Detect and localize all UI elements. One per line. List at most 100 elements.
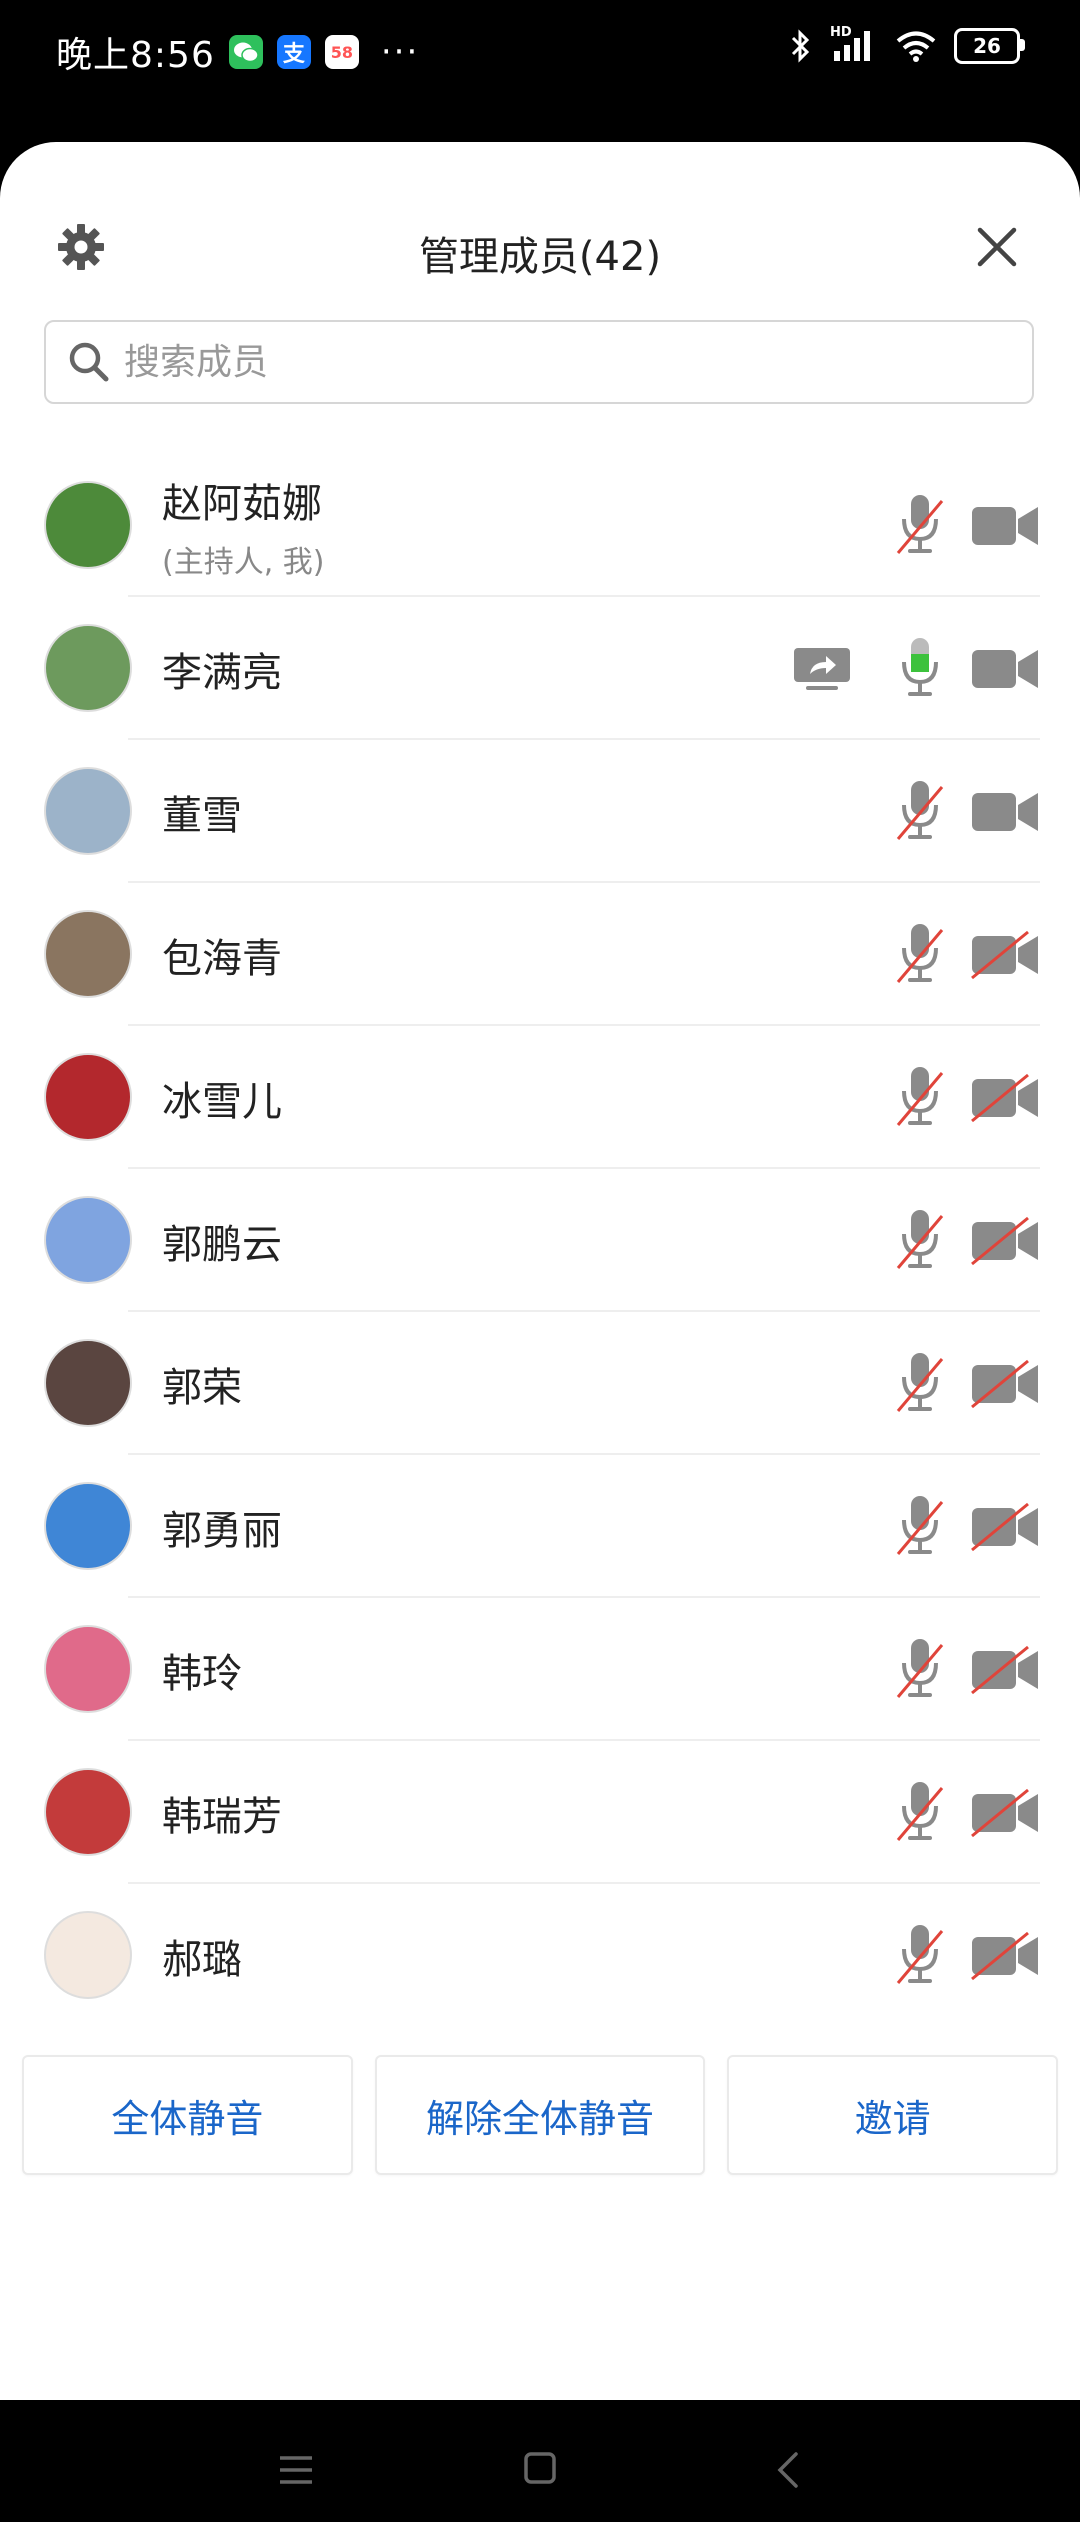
invite-button[interactable]: 邀请 — [727, 2055, 1059, 2175]
member-controls — [892, 1312, 1040, 1455]
member-name: 董雪 — [162, 792, 242, 839]
search-icon — [69, 342, 109, 382]
mic-muted-icon[interactable] — [892, 1921, 948, 1991]
camera-off-icon[interactable] — [970, 1073, 1040, 1123]
member-name: 冰雪儿 — [162, 1078, 282, 1125]
member-info: 韩玲 — [162, 1598, 242, 1741]
camera-off-icon[interactable] — [970, 1359, 1040, 1409]
member-name: 郭鹏云 — [162, 1221, 282, 1268]
signal-icon: HD — [830, 25, 878, 63]
camera-off-icon[interactable] — [970, 1216, 1040, 1266]
member-name: 包海青 — [162, 935, 282, 982]
camera-off-icon[interactable] — [970, 1645, 1040, 1695]
search-box[interactable] — [44, 320, 1034, 404]
member-controls — [892, 1169, 1040, 1312]
camera-off-icon[interactable] — [970, 930, 1040, 980]
member-info: 郝璐 — [162, 1884, 242, 2027]
avatar — [44, 1053, 132, 1141]
avatar — [44, 1339, 132, 1427]
more-notifications-icon: ··· — [380, 32, 420, 72]
member-controls — [892, 1598, 1040, 1741]
member-controls — [892, 1741, 1040, 1884]
camera-off-icon[interactable] — [970, 1788, 1040, 1838]
member-info: 董雪 — [162, 740, 242, 883]
mic-muted-icon[interactable] — [892, 1635, 948, 1705]
member-row[interactable]: 郭勇丽 — [0, 1455, 1080, 1598]
member-name: 郭荣 — [162, 1364, 242, 1411]
member-row[interactable]: 韩玲 — [0, 1598, 1080, 1741]
member-name: 赵阿茹娜 — [162, 480, 322, 527]
avatar — [44, 1625, 132, 1713]
wechat-icon — [228, 35, 263, 69]
member-info: 郭荣 — [162, 1312, 242, 1455]
member-name: 郝璐 — [162, 1936, 242, 1983]
camera-off-icon[interactable] — [970, 1502, 1040, 1552]
member-row[interactable]: 赵阿茹娜 (主持人, 我) — [0, 454, 1080, 597]
mic-muted-icon[interactable] — [892, 1778, 948, 1848]
status-time: 晚上8:56 — [56, 35, 215, 76]
home-icon[interactable] — [524, 2452, 556, 2484]
mute-all-button[interactable]: 全体静音 — [22, 2055, 353, 2175]
member-info: 郭勇丽 — [162, 1455, 282, 1598]
avatar — [44, 1482, 132, 1570]
member-row[interactable]: 韩瑞芳 — [0, 1741, 1080, 1884]
status-left: 晚上8:56 支 58 ··· — [56, 26, 419, 78]
mic-icon[interactable] — [892, 634, 948, 704]
search-input[interactable] — [122, 340, 986, 384]
member-role: (主持人, 我) — [162, 544, 325, 580]
member-info: 冰雪儿 — [162, 1026, 282, 1169]
member-row[interactable]: 包海青 — [0, 883, 1080, 1026]
member-controls — [892, 1455, 1040, 1598]
status-right: HD 26 — [790, 25, 1025, 64]
camera-icon[interactable] — [970, 787, 1040, 837]
member-controls — [892, 454, 1040, 597]
member-row[interactable]: 郭鹏云 — [0, 1169, 1080, 1312]
avatar — [44, 624, 132, 712]
member-controls — [892, 740, 1040, 883]
avatar — [44, 481, 132, 569]
close-icon[interactable] — [974, 224, 1020, 270]
mic-muted-icon[interactable] — [892, 1349, 948, 1419]
member-info: 包海青 — [162, 883, 282, 1026]
member-controls — [892, 1884, 1040, 2027]
member-row[interactable]: 郭荣 — [0, 1312, 1080, 1455]
avatar — [44, 910, 132, 998]
member-row[interactable]: 董雪 — [0, 740, 1080, 883]
unmute-all-button[interactable]: 解除全体静音 — [374, 2055, 706, 2175]
mic-muted-icon[interactable] — [892, 777, 948, 847]
member-row[interactable]: 李满亮 — [0, 597, 1080, 740]
wifi-icon — [896, 31, 936, 62]
member-name: 李满亮 — [162, 649, 282, 696]
avatar — [44, 1911, 132, 1999]
member-list: 赵阿茹娜 (主持人, 我) 李满亮 董雪 包海青 冰雪儿 郭鹏云 郭荣 郭勇丽 … — [0, 454, 1080, 2027]
back-icon[interactable] — [774, 2450, 802, 2490]
mic-muted-icon[interactable] — [892, 1492, 948, 1562]
menu-icon[interactable] — [278, 2454, 314, 2486]
member-row[interactable]: 冰雪儿 — [0, 1026, 1080, 1169]
page-title: 管理成员(42) — [418, 234, 662, 280]
camera-icon[interactable] — [970, 501, 1040, 551]
member-controls — [892, 883, 1040, 1026]
member-name: 韩瑞芳 — [162, 1793, 282, 1840]
member-row[interactable]: 郝璐 — [0, 1884, 1080, 2027]
member-name: 韩玲 — [162, 1650, 242, 1697]
screen-share-icon[interactable] — [792, 646, 870, 692]
member-controls — [892, 1026, 1040, 1169]
bluetooth-icon — [791, 29, 810, 63]
member-name: 郭勇丽 — [162, 1507, 282, 1554]
camera-icon[interactable] — [970, 644, 1040, 694]
status-bar: 晚上8:56 支 58 ··· HD 26 — [0, 0, 1080, 100]
alipay-icon: 支 — [276, 35, 311, 69]
member-info: 韩瑞芳 — [162, 1741, 282, 1884]
member-info: 郭鹏云 — [162, 1169, 282, 1312]
mic-muted-icon[interactable] — [892, 491, 948, 561]
mic-muted-icon[interactable] — [892, 920, 948, 990]
battery-icon: 26 — [954, 28, 1025, 64]
avatar — [44, 1768, 132, 1856]
member-info: 赵阿茹娜 (主持人, 我) — [162, 454, 324, 597]
member-info: 李满亮 — [162, 597, 282, 740]
camera-off-icon[interactable] — [970, 1931, 1040, 1981]
mic-muted-icon[interactable] — [892, 1063, 948, 1133]
action-bar: 全体静音 解除全体静音 邀请 — [22, 2055, 1059, 2175]
mic-muted-icon[interactable] — [892, 1206, 948, 1276]
